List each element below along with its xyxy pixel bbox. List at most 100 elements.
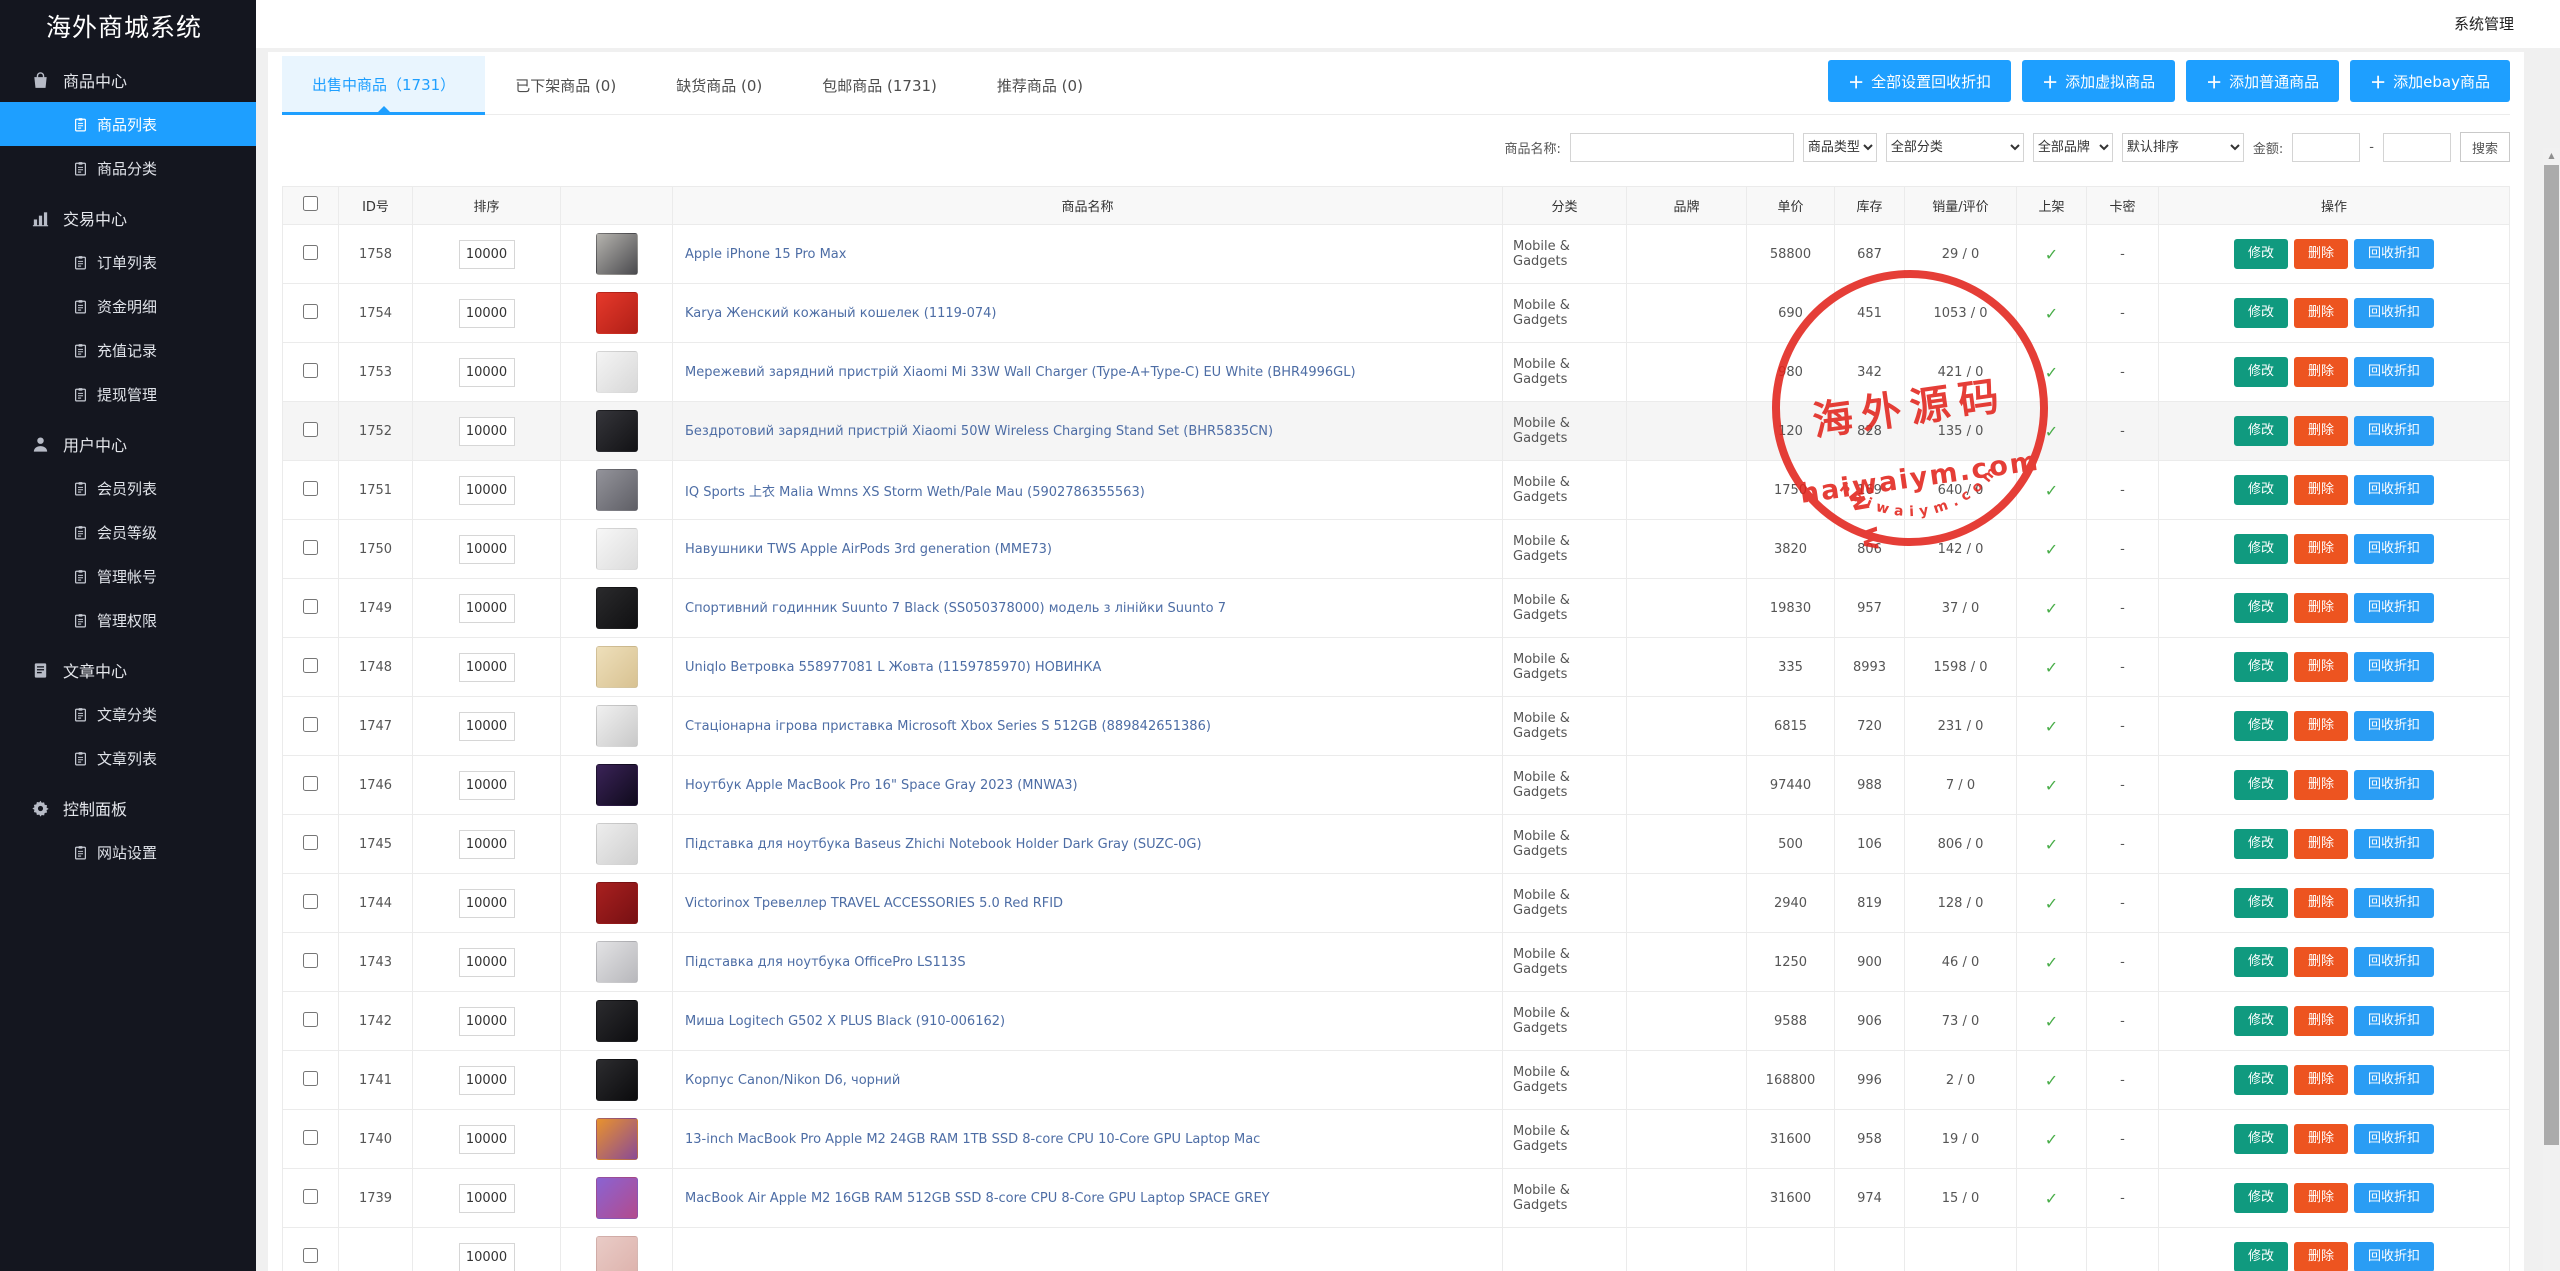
edit-button[interactable]: 修改 [2233, 475, 2288, 505]
edit-button[interactable]: 修改 [2233, 416, 2288, 446]
delete-button[interactable]: 删除 [2293, 298, 2348, 328]
row-checkbox[interactable] [303, 1129, 318, 1145]
sidebar-item[interactable]: 文章分类 [0, 692, 256, 736]
tab-1[interactable]: 已下架商品 (0) [485, 56, 646, 115]
sidebar-item[interactable]: 充值记录 [0, 328, 256, 372]
sidebar-item[interactable]: 提现管理 [0, 372, 256, 416]
edit-button[interactable]: 修改 [2233, 1124, 2288, 1154]
sort-input[interactable] [458, 770, 515, 800]
sidebar-group-title[interactable]: 用户中心 [0, 422, 256, 466]
sort-input[interactable] [458, 947, 515, 977]
delete-button[interactable]: 删除 [2293, 1242, 2348, 1271]
edit-button[interactable]: 修改 [2233, 711, 2288, 741]
delete-button[interactable]: 删除 [2293, 1183, 2348, 1213]
product-name-link[interactable]: Підставка для ноутбука Baseus Zhichi Not… [674, 837, 1502, 852]
row-checkbox[interactable] [303, 657, 318, 673]
sort-input[interactable] [458, 888, 515, 918]
edit-button[interactable]: 修改 [2233, 770, 2288, 800]
sort-input[interactable] [458, 416, 515, 446]
scroll-up-icon[interactable]: ▲ [2543, 148, 2560, 164]
recycle-discount-button[interactable]: 回收折扣 [2354, 888, 2435, 918]
product-type-select[interactable]: 商品类型 [1802, 132, 1877, 162]
delete-button[interactable]: 删除 [2293, 475, 2348, 505]
recycle-discount-button[interactable]: 回收折扣 [2354, 711, 2435, 741]
category-select[interactable]: 全部分类 [1885, 132, 2024, 162]
product-name-link[interactable]: Стаціонарна ігрова приставка Microsoft X… [674, 719, 1502, 734]
sidebar-group-title[interactable]: 文章中心 [0, 648, 256, 692]
edit-button[interactable]: 修改 [2233, 947, 2288, 977]
sidebar-group-title[interactable]: 交易中心 [0, 196, 256, 240]
edit-button[interactable]: 修改 [2233, 298, 2288, 328]
product-name-link[interactable]: Ноутбук Apple MacBook Pro 16" Space Gray… [674, 778, 1502, 793]
delete-button[interactable]: 删除 [2293, 1006, 2348, 1036]
edit-button[interactable]: 修改 [2233, 1006, 2288, 1036]
sidebar-item[interactable]: 商品列表 [0, 102, 256, 146]
sort-order-select[interactable]: 默认排序 [2121, 132, 2244, 162]
sidebar-item[interactable]: 订单列表 [0, 240, 256, 284]
search-button[interactable]: 搜索 [2460, 132, 2510, 162]
recycle-discount-button[interactable]: 回收折扣 [2354, 357, 2435, 387]
tab-0[interactable]: 出售中商品（1731） [282, 56, 486, 115]
product-name-link[interactable]: MacBook Air Apple M2 16GB RAM 512GB SSD … [674, 1191, 1502, 1206]
row-checkbox[interactable] [303, 303, 318, 319]
sort-input[interactable] [458, 1183, 515, 1213]
delete-button[interactable]: 删除 [2293, 1124, 2348, 1154]
product-name-link[interactable]: Karya Женский кожаный кошелек (1119-074) [674, 306, 1502, 321]
delete-button[interactable]: 删除 [2293, 947, 2348, 977]
edit-button[interactable]: 修改 [2233, 357, 2288, 387]
row-checkbox[interactable] [303, 421, 318, 437]
recycle-discount-button[interactable]: 回收折扣 [2354, 239, 2435, 269]
tab-3[interactable]: 包邮商品 (1731) [792, 56, 967, 115]
edit-button[interactable]: 修改 [2233, 239, 2288, 269]
recycle-discount-button[interactable]: 回收折扣 [2354, 416, 2435, 446]
sidebar-item[interactable]: 会员列表 [0, 466, 256, 510]
recycle-discount-button[interactable]: 回收折扣 [2354, 1065, 2435, 1095]
delete-button[interactable]: 删除 [2293, 829, 2348, 859]
delete-button[interactable]: 删除 [2293, 770, 2348, 800]
delete-button[interactable]: 删除 [2293, 416, 2348, 446]
delete-button[interactable]: 删除 [2293, 593, 2348, 623]
tab-2[interactable]: 缺货商品 (0) [646, 56, 792, 115]
recycle-discount-button[interactable]: 回收折扣 [2354, 1242, 2435, 1271]
recycle-discount-button[interactable]: 回收折扣 [2354, 1183, 2435, 1213]
recycle-discount-button[interactable]: 回收折扣 [2354, 1006, 2435, 1036]
row-checkbox[interactable] [303, 952, 318, 968]
system-admin-link[interactable]: 系统管理 [2454, 0, 2514, 48]
sort-input[interactable] [458, 829, 515, 859]
row-checkbox[interactable] [303, 716, 318, 732]
row-checkbox[interactable] [303, 1247, 318, 1263]
add-button[interactable]: ＋全部设置回收折扣 [1828, 60, 2012, 102]
product-name-link[interactable]: Apple iPhone 15 Pro Max [674, 247, 1502, 262]
row-checkbox[interactable] [303, 598, 318, 614]
sort-input[interactable] [458, 1006, 515, 1036]
row-checkbox[interactable] [303, 1011, 318, 1027]
product-name-link[interactable]: Миша Logitech G502 X PLUS Black (910-006… [674, 1014, 1502, 1029]
row-checkbox[interactable] [303, 244, 318, 260]
sidebar-item[interactable]: 管理权限 [0, 598, 256, 642]
brand-select[interactable]: 全部品牌 [2032, 132, 2113, 162]
sidebar-group-title[interactable]: 控制面板 [0, 786, 256, 830]
product-name-link[interactable]: Спортивний годинник Suunto 7 Black (SS05… [674, 601, 1502, 616]
sort-input[interactable] [458, 1124, 515, 1154]
edit-button[interactable]: 修改 [2233, 1183, 2288, 1213]
product-name-link[interactable]: Корпус Canon/Nikon D6, чорний [674, 1073, 1502, 1088]
sidebar-item[interactable]: 会员等级 [0, 510, 256, 554]
product-name-link[interactable]: Мережевий зарядний пристрій Xiaomi Mi 33… [674, 365, 1502, 380]
add-button[interactable]: ＋添加普通商品 [2186, 60, 2340, 102]
edit-button[interactable]: 修改 [2233, 1242, 2288, 1271]
recycle-discount-button[interactable]: 回收折扣 [2354, 829, 2435, 859]
delete-button[interactable]: 删除 [2293, 357, 2348, 387]
sidebar-item[interactable]: 资金明细 [0, 284, 256, 328]
tab-4[interactable]: 推荐商品 (0) [967, 56, 1113, 115]
recycle-discount-button[interactable]: 回收折扣 [2354, 298, 2435, 328]
delete-button[interactable]: 删除 [2293, 888, 2348, 918]
row-checkbox[interactable] [303, 539, 318, 555]
row-checkbox[interactable] [303, 362, 318, 378]
recycle-discount-button[interactable]: 回收折扣 [2354, 534, 2435, 564]
sidebar-item[interactable]: 商品分类 [0, 146, 256, 190]
amount-max-input[interactable] [2383, 132, 2451, 162]
add-button[interactable]: ＋添加虚拟商品 [2022, 60, 2176, 102]
delete-button[interactable]: 删除 [2293, 1065, 2348, 1095]
add-button[interactable]: ＋添加ebay商品 [2350, 60, 2510, 102]
row-checkbox[interactable] [303, 893, 318, 909]
